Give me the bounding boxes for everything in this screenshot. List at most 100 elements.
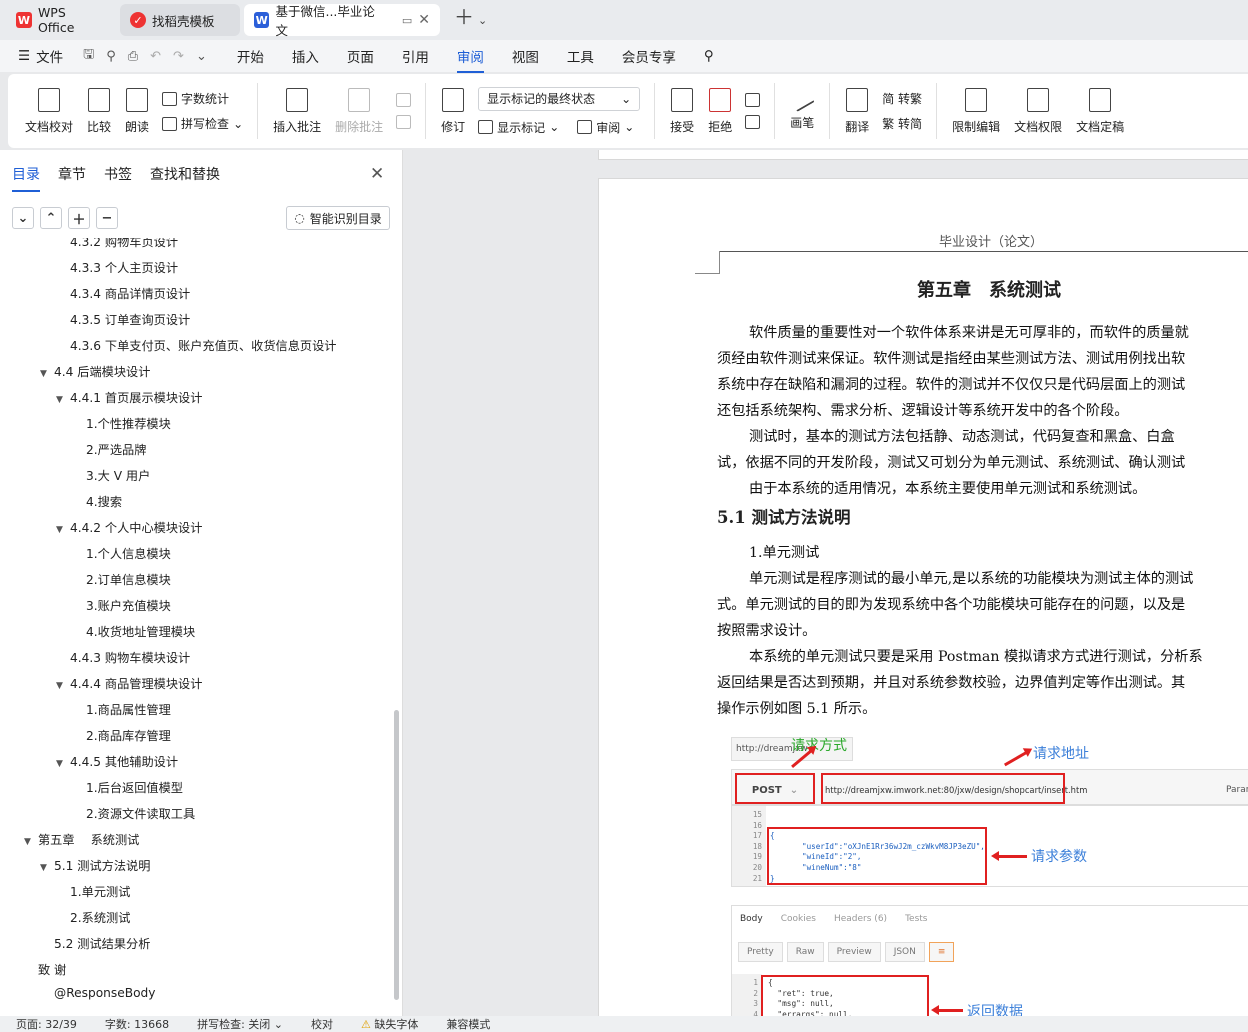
expand-triangle-icon[interactable]: ▼ [56, 525, 70, 535]
toc-item[interactable]: ▼ 4.4.4 商品管理模块设计 [56, 674, 202, 692]
smart-toc-button[interactable]: ◌ 智能识别目录 [286, 206, 390, 230]
missing-font-status[interactable]: ⚠ 缺失字体 [361, 1016, 418, 1032]
window-restore-icon[interactable]: ▭ [402, 14, 412, 27]
toc-item[interactable]: 3.账户充值模块 [72, 596, 171, 614]
expand-down-button[interactable]: ⌄ [12, 207, 34, 229]
toc-item[interactable]: 2.资源文件读取工具 [72, 804, 195, 822]
print-preview-icon[interactable]: ⎙ [128, 49, 138, 64]
tab-toc[interactable]: 目录 [12, 164, 40, 192]
display-state-select[interactable]: 显示标记的最终状态 ⌄ [478, 86, 641, 111]
toc-item[interactable]: 4.3.3 个人主页设计 [56, 258, 178, 276]
pen-button[interactable]: 画笔 [789, 87, 815, 131]
menu-insert[interactable]: 插入 [292, 46, 319, 66]
to-traditional-button[interactable]: 简 转繁 [882, 90, 922, 107]
expand-triangle-icon[interactable]: ▼ [24, 837, 38, 847]
menu-vip[interactable]: 会员专享 [622, 46, 676, 66]
chevron-down-icon[interactable]: ⌄ [196, 49, 207, 64]
toc-item[interactable]: 2.系统测试 [56, 908, 130, 926]
menu-review[interactable]: 审阅 [456, 46, 484, 73]
toc-item[interactable]: ▼ 4.4.5 其他辅助设计 [56, 752, 178, 770]
expand-triangle-icon[interactable]: ▼ [40, 863, 54, 873]
toc-item[interactable]: 1.个性推荐模块 [72, 414, 171, 432]
toc-item[interactable]: 4.搜索 [72, 492, 122, 510]
tab-bookmarks[interactable]: 书签 [104, 164, 132, 184]
toc-item[interactable]: 4.4.3 购物车模块设计 [56, 648, 190, 666]
document-page[interactable]: 毕业设计（论文） 第五章 系统测试 软件质量的重要性对一个软件体系来讲是无可厚非… [598, 178, 1248, 1016]
undo-icon[interactable]: ↶ [150, 49, 161, 64]
toc-item[interactable]: 2.严选品牌 [72, 440, 146, 458]
tab-document[interactable]: W 基于微信...毕业论文 ▭ ✕ [244, 4, 440, 38]
doc-finalize-button[interactable]: 文档定稿 [1076, 87, 1124, 135]
doc-check-button[interactable]: 文档校对 [25, 87, 73, 135]
toc-item[interactable]: @ResponseBody [40, 986, 156, 1000]
next-comment-button[interactable] [396, 115, 412, 129]
tab-chapters[interactable]: 章节 [58, 164, 86, 184]
toc-item[interactable]: 4.3.2 购物车页设计 [56, 238, 178, 250]
close-icon[interactable]: ✕ [370, 164, 384, 184]
prev-change-button[interactable] [745, 93, 761, 107]
toc-item[interactable]: ▼ 第五章 系统测试 [24, 830, 139, 848]
toc-item[interactable]: 1.后台返回值模型 [72, 778, 183, 796]
toc-item[interactable]: ▼ 4.4.1 首页展示模块设计 [56, 388, 202, 406]
page-indicator[interactable]: 页面: 32/39 [16, 1016, 77, 1032]
delete-comment-button[interactable]: 删除批注 [335, 87, 383, 135]
spell-check-status[interactable]: 拼写检查: 关闭 ⌄ [197, 1016, 283, 1032]
toc-item[interactable]: ▼ 4.4.2 个人中心模块设计 [56, 518, 202, 536]
translate-button[interactable]: 翻译 [845, 87, 869, 135]
toc-item[interactable]: 5.2 测试结果分析 [40, 934, 150, 952]
toc-item[interactable]: 4.3.6 下单支付页、账户充值页、收货信息页设计 [56, 336, 336, 354]
remove-heading-button[interactable]: − [96, 207, 118, 229]
menu-view[interactable]: 视图 [512, 46, 539, 66]
toc-item[interactable]: 1.商品属性管理 [72, 700, 171, 718]
insert-comment-button[interactable]: 插入批注 [273, 87, 321, 135]
show-markup-button[interactable]: 显示标记 [497, 119, 545, 136]
toc-item[interactable]: 3.大 V 用户 [72, 466, 150, 484]
share-icon[interactable]: ⚲ [106, 49, 116, 64]
review-pane-button[interactable]: 审阅 [596, 119, 620, 136]
redo-icon[interactable]: ↷ [173, 49, 184, 64]
toc-item[interactable]: ▼ 4.4 后端模块设计 [40, 362, 150, 380]
collapse-up-button[interactable]: ⌃ [40, 207, 62, 229]
expand-triangle-icon[interactable]: ▼ [56, 759, 70, 769]
word-count-button[interactable]: 字数统计 [162, 90, 243, 107]
expand-triangle-icon[interactable]: ▼ [56, 681, 70, 691]
toc-item[interactable]: 2.订单信息模块 [72, 570, 171, 588]
close-tab-icon[interactable]: ✕ [418, 12, 430, 28]
prev-comment-button[interactable] [396, 93, 412, 107]
toc-item[interactable]: 4.3.5 订单查询页设计 [56, 310, 190, 328]
word-count-indicator[interactable]: 字数: 13668 [105, 1016, 169, 1032]
tab-find-replace[interactable]: 查找和替换 [150, 164, 220, 184]
doc-permission-button[interactable]: 文档权限 [1014, 87, 1062, 135]
file-menu[interactable]: ☰ 文件 [18, 46, 63, 66]
menu-page[interactable]: 页面 [347, 46, 374, 66]
compare-button[interactable]: 比较 [87, 87, 111, 135]
menu-reference[interactable]: 引用 [402, 46, 429, 66]
toc-item[interactable]: 1.单元测试 [56, 882, 130, 900]
accept-button[interactable]: 接受 [670, 87, 694, 135]
toc-item[interactable]: ▼ 5.1 测试方法说明 [40, 856, 150, 874]
expand-triangle-icon[interactable]: ▼ [40, 369, 54, 379]
add-heading-button[interactable]: ＋ [68, 207, 90, 229]
toc-item[interactable]: 致 谢 [24, 960, 66, 978]
read-aloud-button[interactable]: 朗读 [125, 87, 149, 135]
new-tab-button[interactable]: ＋ ⌄ [454, 1, 487, 30]
menu-start[interactable]: 开始 [237, 46, 264, 66]
toc-item[interactable]: 1.个人信息模块 [72, 544, 171, 562]
next-change-button[interactable] [745, 115, 761, 129]
spell-check-button[interactable]: 拼写检查 ⌄ [162, 115, 243, 132]
search-icon[interactable]: ⚲ [704, 48, 714, 64]
toc-item[interactable]: 4.3.4 商品详情页设计 [56, 284, 190, 302]
toc-item[interactable]: 2.商品库存管理 [72, 726, 171, 744]
tab-wps-office[interactable]: W WPS Office [6, 4, 116, 36]
toc-scrollbar[interactable] [394, 710, 399, 1000]
tab-template[interactable]: ✓ 找稻壳模板 [120, 4, 240, 36]
save-icon[interactable]: 🖫 [83, 45, 94, 67]
restrict-edit-button[interactable]: 限制编辑 [952, 87, 1000, 135]
track-changes-button[interactable]: 修订 [441, 87, 465, 135]
reject-button[interactable]: 拒绝 [708, 87, 732, 135]
menu-tools[interactable]: 工具 [567, 46, 594, 66]
expand-triangle-icon[interactable]: ▼ [56, 395, 70, 405]
proof-status[interactable]: 校对 [311, 1016, 333, 1032]
toc-item[interactable]: 4.收货地址管理模块 [72, 622, 195, 640]
to-simplified-button[interactable]: 繁 转简 [882, 115, 922, 132]
